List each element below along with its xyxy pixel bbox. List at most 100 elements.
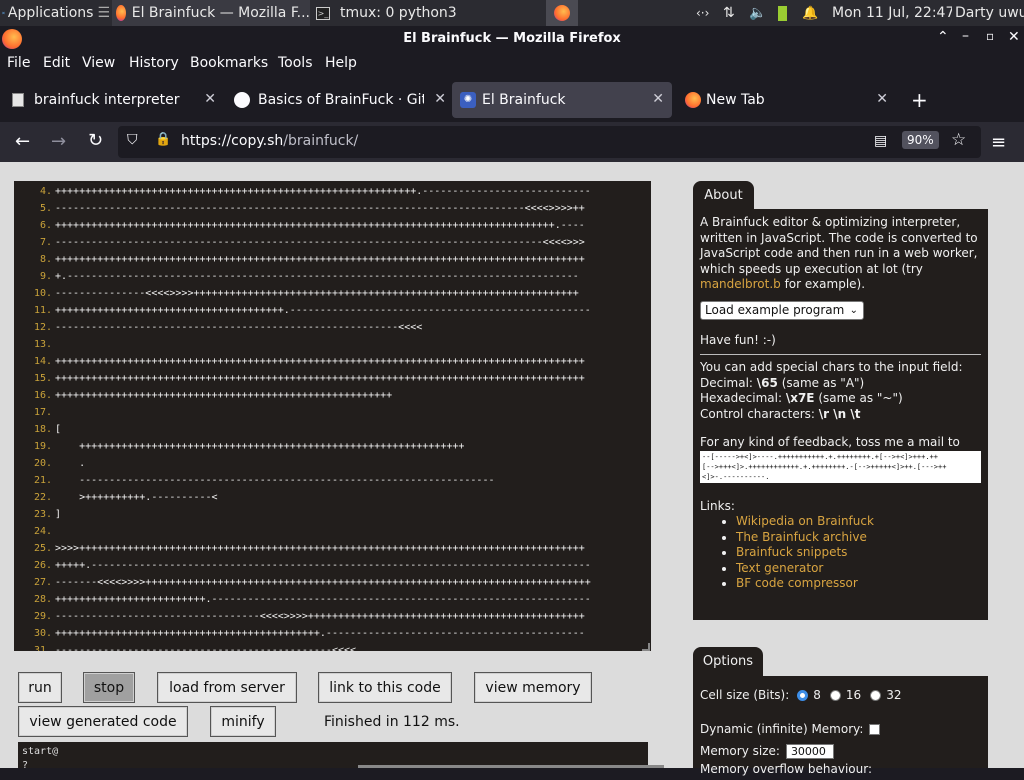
chevron-up-icon[interactable]: ⌃ <box>937 29 949 45</box>
applications-menu[interactable]: Applications ☰ <box>2 0 110 26</box>
task-firefox[interactable]: El Brainfuck — Mozilla F... <box>112 0 310 26</box>
text-generator-link[interactable]: Text generator <box>736 561 823 575</box>
forward-arrow-icon[interactable]: → <box>51 131 66 152</box>
code-line[interactable]: +.--------------------------------------… <box>55 268 579 285</box>
dynamic-memory-checkbox[interactable] <box>869 723 881 735</box>
chevron-down-icon: ⌄ <box>849 304 858 316</box>
menu-view[interactable]: View <box>82 55 115 71</box>
code-line[interactable]: +++++++++++++++++++++++++.--------------… <box>55 591 591 608</box>
user-menu[interactable]: Darty uwu <box>955 0 1024 26</box>
code-line[interactable]: ++++++++++++++++++++++++++++++++++++++++… <box>55 251 585 268</box>
line-number: 15. <box>33 373 52 384</box>
code-line[interactable]: ] <box>55 506 61 523</box>
code-line[interactable]: ----------------------------------------… <box>55 234 585 251</box>
code-line[interactable]: >++++++++++.----------< <box>55 489 217 506</box>
run-button[interactable]: run <box>18 672 62 703</box>
wikipedia-link[interactable]: Wikipedia on Brainfuck <box>736 514 874 528</box>
close-tab-icon[interactable]: ✕ <box>652 91 664 107</box>
example-program-select[interactable]: Load example program ⌄ <box>700 300 864 320</box>
url-path: /brainfuck/ <box>283 133 359 149</box>
close-tab-icon[interactable]: ✕ <box>434 91 446 107</box>
code-line[interactable]: ----------------------------------<<<<>>… <box>55 608 585 625</box>
task-firefox-icon-button[interactable] <box>546 0 578 26</box>
brainfuck-archive-link[interactable]: The Brainfuck archive <box>736 530 867 544</box>
maximize-button[interactable]: ▫ <box>986 29 994 43</box>
view-generated-code-button[interactable]: view generated code <box>18 706 188 737</box>
code-line[interactable]: ---------------<<<<>>>>+++++++++++++++++… <box>55 285 579 302</box>
code-line[interactable]: ++++++++++++++++++++++++++++++++++++++++… <box>55 438 464 455</box>
code-line[interactable]: ++++++++++++++++++++++++++++++++++++++++… <box>55 370 585 387</box>
close-window-button[interactable]: ✕ <box>1008 29 1020 45</box>
minimize-button[interactable]: – <box>962 28 969 44</box>
code-line[interactable]: ++++++++++++++++++++++++++++++++++++++++… <box>55 217 585 234</box>
code-editor[interactable]: 4. ++++++++++++++++++++++++++++++++++++++… <box>14 181 651 651</box>
code-line[interactable]: ----------------------------------------… <box>55 642 356 651</box>
tab-brainfuck-interpreter[interactable]: brainfuck interpreter ✕ <box>2 82 224 118</box>
zoom-level-badge[interactable]: 90% <box>902 131 939 149</box>
memory-size-input[interactable]: 30000 <box>785 743 834 759</box>
stop-button[interactable]: stop <box>83 672 135 703</box>
menu-edit[interactable]: Edit <box>43 55 70 71</box>
code-line[interactable]: ----------------------------------------… <box>55 200 585 217</box>
code-line[interactable]: [ <box>55 421 61 438</box>
resize-handle[interactable] <box>642 643 650 651</box>
load-from-server-button[interactable]: load from server <box>157 672 297 703</box>
menu-file[interactable]: File <box>7 55 30 71</box>
new-tab-plus-icon[interactable]: + <box>911 88 928 112</box>
url-text[interactable]: https://copy.sh/brainfuck/ <box>181 133 358 149</box>
link-to-code-button[interactable]: link to this code <box>318 672 452 703</box>
code-line[interactable]: ----------------------------------------… <box>55 319 422 336</box>
task-firefox-label: El Brainfuck — Mozilla F... <box>131 5 310 21</box>
lock-icon[interactable]: 🔒 <box>155 132 171 147</box>
about-tab[interactable]: About <box>693 181 754 209</box>
line-number: 10. <box>33 288 52 299</box>
hamburger-menu-icon[interactable]: ≡ <box>991 132 1006 153</box>
menu-help[interactable]: Help <box>325 55 357 71</box>
code-line[interactable]: ++++++++++++++++++++++++++++++++++++++++… <box>55 183 591 200</box>
network-icon[interactable]: ‹·› <box>696 0 712 26</box>
transfer-icon[interactable]: ⇅ <box>723 0 741 26</box>
menu-tools[interactable]: Tools <box>278 55 313 71</box>
code-line[interactable]: ++++++++++++++++++++++++++++++++++++++++… <box>55 625 585 642</box>
code-line[interactable]: ++++++++++++++++++++++++++++++++++++++.-… <box>55 302 591 319</box>
task-tmux[interactable]: >_ tmux: 0 python3 <box>312 0 508 26</box>
back-arrow-icon[interactable]: ← <box>15 131 30 152</box>
tab-new-tab[interactable]: New Tab ✕ <box>676 82 896 118</box>
cell-size-8-radio[interactable] <box>797 689 809 701</box>
tab-basics-of-brainfuck[interactable]: Basics of BrainFuck · Git ✕ <box>226 82 450 118</box>
menu-history[interactable]: History <box>129 55 179 71</box>
code-line[interactable]: +++++.----------------------------------… <box>55 557 591 574</box>
bookmark-star-icon[interactable]: ☆ <box>951 130 966 150</box>
minify-button[interactable]: minify <box>210 706 276 737</box>
code-line[interactable]: ++++++++++++++++++++++++++++++++++++++++… <box>55 387 392 404</box>
have-fun-text: Have fun! :-) <box>700 332 776 347</box>
line-number: 16. <box>33 390 52 401</box>
bf-code-compressor-link[interactable]: BF code compressor <box>736 576 858 590</box>
volume-icon[interactable]: 🔈 <box>749 0 767 26</box>
reader-view-icon[interactable]: ▤ <box>874 133 887 149</box>
options-tab[interactable]: Options <box>693 647 763 676</box>
dynamic-memory-row: Dynamic (infinite) Memory: <box>700 718 981 740</box>
code-line[interactable]: -------<<<<>>>>+++++++++++++++++++++++++… <box>55 574 591 591</box>
code-line[interactable]: >>>>++++++++++++++++++++++++++++++++++++… <box>55 540 585 557</box>
clock[interactable]: Mon 11 Jul, 22:47 <box>832 0 952 26</box>
code-line[interactable]: ++++++++++++++++++++++++++++++++++++++++… <box>55 353 585 370</box>
code-line[interactable]: . <box>55 455 85 472</box>
close-tab-icon[interactable]: ✕ <box>204 91 216 107</box>
run-status: Finished in 112 ms. <box>324 714 460 730</box>
line-number: 8. <box>39 254 52 265</box>
url-bar[interactable]: ⛉ 🔒 https://copy.sh/brainfuck/ ▤ 90% ☆ <box>118 126 981 158</box>
cell-size-32-radio[interactable] <box>870 689 882 701</box>
notification-bell-icon[interactable]: 🔔 <box>802 0 820 26</box>
close-tab-icon[interactable]: ✕ <box>876 91 888 107</box>
mandelbrot-link[interactable]: mandelbrot.b <box>700 277 781 291</box>
brainfuck-snippets-link[interactable]: Brainfuck snippets <box>736 545 847 559</box>
tab-el-brainfuck[interactable]: ✺ El Brainfuck ✕ <box>452 82 672 118</box>
shield-icon[interactable]: ⛉ <box>127 132 138 148</box>
view-memory-button[interactable]: view memory <box>474 672 592 703</box>
menu-bookmarks[interactable]: Bookmarks <box>190 55 268 71</box>
cell-size-16-radio[interactable] <box>829 689 841 701</box>
battery-icon[interactable] <box>778 0 792 26</box>
reload-icon[interactable]: ↻ <box>88 130 103 151</box>
code-line[interactable]: ----------------------------------------… <box>55 472 494 489</box>
